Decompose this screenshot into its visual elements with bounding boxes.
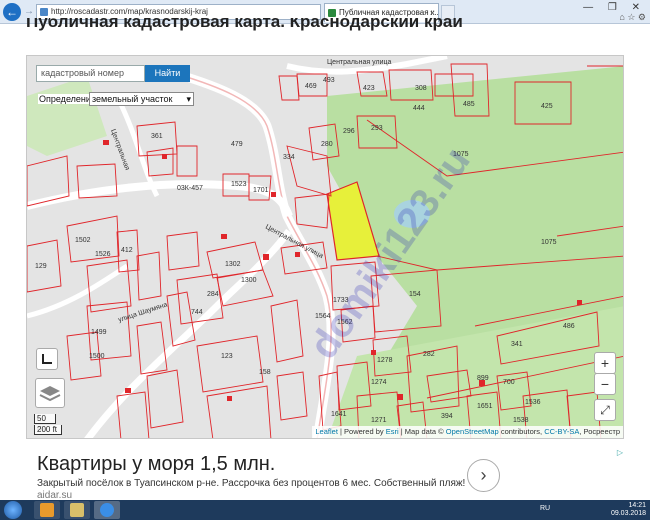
street-label: 03К-457 <box>177 185 203 192</box>
internet-explorer-icon <box>100 503 114 517</box>
tab-title: Публичная кадастровая к... <box>339 8 439 17</box>
parcel-label: 1651 <box>477 403 493 410</box>
rosreestr-text: Росреестр <box>583 427 620 436</box>
cadastral-map[interactable]: 493 469 423 308 444 485 425 361 479 296 … <box>26 55 624 439</box>
taskbar-app-outlook[interactable] <box>34 501 60 519</box>
map-canvas[interactable]: 493 469 423 308 444 485 425 361 479 296 … <box>27 56 624 439</box>
scale-feet: 200 ft <box>34 425 62 435</box>
parcel-label: 1274 <box>371 379 387 386</box>
esri-link[interactable]: Esri <box>386 427 399 436</box>
parcel-label: 469 <box>305 83 317 90</box>
parcel-label: 1278 <box>377 357 393 364</box>
advertisement[interactable]: Квартиры у моря 1,5 млн. Закрытый посёло… <box>26 447 624 502</box>
browser-toolbar-icons[interactable]: ⌂ ☆ ⚙ <box>619 12 646 23</box>
ad-title[interactable]: Квартиры у моря 1,5 млн. <box>37 453 275 476</box>
definition-value: земельный участок <box>92 94 173 104</box>
ad-description: Закрытый посёлок в Туапсинском р-не. Рас… <box>37 478 466 489</box>
taskbar: RU 14:21 09.03.2018 <box>0 500 650 520</box>
parcel-label: 282 <box>423 351 435 358</box>
folder-icon <box>70 503 84 517</box>
scale-meters: 50 m <box>34 414 56 433</box>
draw-tool-button[interactable] <box>36 348 58 370</box>
parcel-label: 341 <box>511 341 523 348</box>
parcel-label: 1538 <box>513 417 529 424</box>
definition-select[interactable]: земельный участок ▾ <box>89 92 194 106</box>
layers-icon <box>39 386 61 402</box>
parcel-label: 1526 <box>95 251 111 258</box>
parcel-label: 744 <box>191 309 203 316</box>
site-icon <box>40 8 48 16</box>
ad-next-button[interactable]: › <box>467 459 500 492</box>
parcel-label: 1075 <box>541 239 557 246</box>
parcel-label: 293 <box>371 125 383 132</box>
tab-favicon-icon <box>328 9 336 17</box>
street-label: Центральная улица <box>327 59 392 66</box>
parcel-label: 479 <box>231 141 243 148</box>
parcel-label: 485 <box>463 101 475 108</box>
parcel-label: 123 <box>221 353 233 360</box>
powered-by-text: Powered by <box>344 427 384 436</box>
fullscreen-button[interactable]: ⤢ <box>594 399 616 421</box>
parcel-label: 1701 <box>253 187 269 194</box>
folder-icon <box>40 503 54 517</box>
parcel-label: 1523 <box>231 181 247 188</box>
parcel-label: 158 <box>259 369 271 376</box>
back-button[interactable]: ← <box>3 3 21 21</box>
parcel-label: 394 <box>441 413 453 420</box>
clock-date: 09.03.2018 <box>610 510 646 517</box>
parcel-label: 308 <box>415 85 427 92</box>
parcel-label: 284 <box>207 291 219 298</box>
find-button[interactable]: Найти <box>145 65 190 82</box>
clock-time: 14:21 <box>628 502 646 509</box>
parcel-label: 1536 <box>525 399 541 406</box>
parcel-label: 361 <box>151 133 163 140</box>
parcel-label: 700 <box>503 379 515 386</box>
license-link[interactable]: CC-BY-SA <box>544 427 579 436</box>
zoom-out-button[interactable]: − <box>594 373 616 395</box>
parcel-label: 1641 <box>331 411 347 418</box>
chevron-down-icon: ▾ <box>186 94 191 104</box>
forward-button[interactable]: → <box>23 6 35 18</box>
parcel-label: 444 <box>413 105 425 112</box>
zoom-in-button[interactable]: + <box>594 352 616 374</box>
cadastral-number-input[interactable]: кадастровый номер <box>36 65 145 82</box>
contributors-text: contributors, <box>500 427 543 436</box>
layers-button[interactable] <box>35 378 65 408</box>
parcel-label: 493 <box>323 77 335 84</box>
parcel-label: 280 <box>321 141 333 148</box>
ad-choices-icon[interactable]: ▷ <box>617 448 623 457</box>
parcel-label: 425 <box>541 103 553 110</box>
parcel-label: 423 <box>363 85 375 92</box>
language-indicator[interactable]: RU <box>540 505 550 512</box>
parcel-label: 486 <box>563 323 575 330</box>
page-title: Публичная кадастровая карта. Краснодарск… <box>26 18 463 31</box>
parcel-label: 154 <box>409 291 421 298</box>
square-corner-icon <box>42 354 52 364</box>
parcel-label: 1271 <box>371 417 387 424</box>
map-attribution: Leaflet | Powered by Esri | Map data © O… <box>312 426 623 438</box>
parcel-label: 1302 <box>225 261 241 268</box>
taskbar-app-explorer[interactable] <box>64 501 90 519</box>
parcel-label: 296 <box>343 128 355 135</box>
parcel-label: 1499 <box>91 329 107 336</box>
parcel-label: 899 <box>477 375 489 382</box>
start-button[interactable] <box>4 501 22 519</box>
ad-text: Закрытый посёлок в Туапсинском р-не. Рас… <box>37 478 467 502</box>
parcel-label: 1300 <box>241 277 257 284</box>
parcel-label: 1500 <box>89 353 105 360</box>
parcel-label: 412 <box>121 247 133 254</box>
map-data-text: Map data © <box>404 427 444 436</box>
address-url: http://roscadastr.com/map/krasnodarskij-… <box>51 7 208 16</box>
osm-link[interactable]: OpenStreetMap <box>446 427 499 436</box>
parcel-label: 129 <box>35 263 47 270</box>
leaflet-link[interactable]: Leaflet <box>315 427 338 436</box>
clock[interactable]: 14:21 09.03.2018 <box>611 502 646 518</box>
taskbar-app-ie[interactable] <box>94 501 120 519</box>
parcel-label: 1502 <box>75 237 91 244</box>
parcel-label: 334 <box>283 154 295 161</box>
